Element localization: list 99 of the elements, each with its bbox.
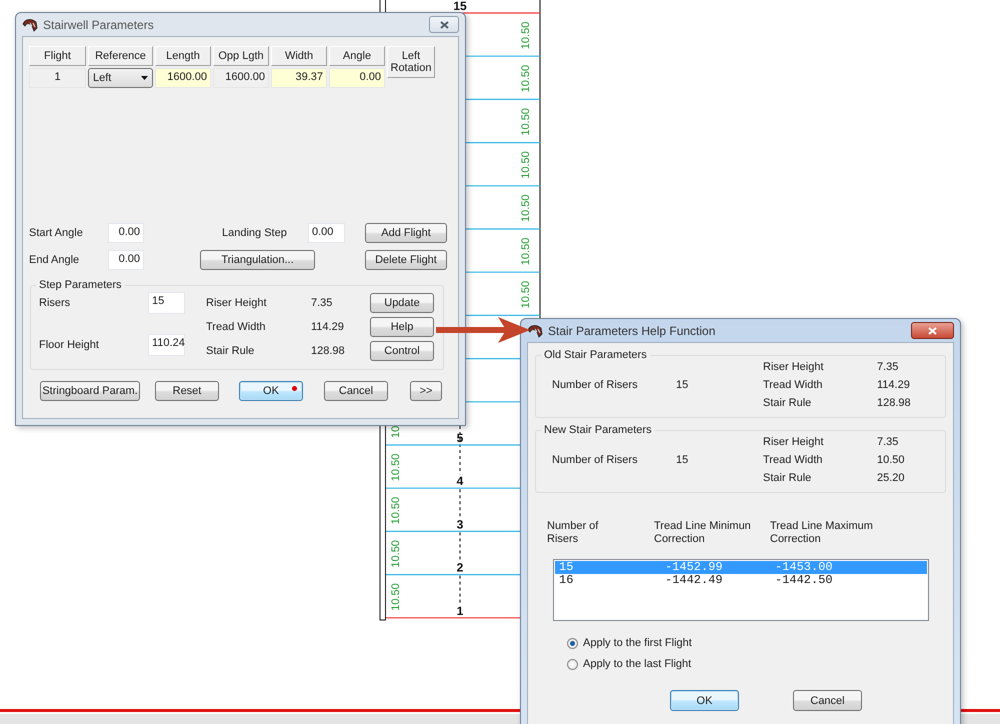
close-icon (928, 326, 937, 334)
table-cell[interactable]: 1600.00 (155, 68, 211, 88)
risers-field[interactable]: 15 (148, 292, 185, 314)
column-header[interactable]: Angle (329, 46, 385, 66)
result-label: Stair Rule (763, 397, 812, 409)
tread-label: 10.50 (390, 496, 402, 524)
column-header[interactable]: Length (155, 46, 211, 66)
tread-label: 10.50 (520, 108, 532, 136)
start-angle-field[interactable]: 0.00 (108, 223, 144, 243)
window-title: Stairwell Parameters (43, 18, 154, 32)
step-number: 5 (456, 431, 464, 445)
triangulation-button[interactable]: Triangulation... (200, 250, 315, 270)
tread-label: 10.50 (520, 238, 532, 266)
tread-label: 10.50 (390, 583, 402, 611)
result-label: Tread Width (763, 379, 824, 391)
column-header[interactable]: Left Rotation (387, 46, 435, 78)
result-value: 7.35 (877, 361, 900, 373)
result-label: Tread Width (206, 321, 267, 333)
column-header[interactable]: Opp Lgth (213, 46, 269, 66)
dialog-button[interactable]: Reset (155, 381, 219, 401)
step-number: 4 (456, 474, 464, 488)
risers-label: Number of Risers (552, 379, 639, 391)
result-value: 7.35 (877, 436, 900, 448)
risers-label: Risers (39, 297, 72, 309)
end-angle-label: End Angle (29, 254, 80, 266)
tread-label: 10.50 (390, 454, 402, 482)
risers-label: Number of Risers (552, 454, 639, 466)
table-cell[interactable]: 39.37 (271, 68, 327, 88)
radio-option[interactable]: Apply to the last Flight (567, 658, 946, 670)
step-number: 15 (453, 0, 467, 13)
reference-dropdown[interactable]: Left (88, 68, 153, 88)
tread-label: 10.50 (520, 280, 532, 308)
table-cell: 1 (29, 68, 86, 88)
update-button[interactable]: Update (370, 293, 434, 313)
tread-label: 10 (390, 426, 402, 438)
result-value: 10.50 (877, 454, 906, 466)
corrections-list[interactable]: 15 -1452.99 -1453.00 16 -1442.49 -1442.50 (553, 559, 929, 621)
column-header: Number of Risers (547, 520, 600, 546)
table-cell: 1600.00 (213, 68, 269, 88)
control-button[interactable]: Control (370, 341, 434, 361)
dialog-button[interactable]: >> (410, 381, 442, 401)
result-value: 128.98 (311, 345, 346, 357)
dialog-button[interactable]: OK (239, 381, 303, 401)
result-label: Tread Width (763, 454, 824, 466)
close-button[interactable] (911, 322, 954, 339)
window-title: Stair Parameters Help Function (548, 324, 716, 338)
floor-height-field[interactable]: 110.24 (148, 334, 185, 356)
list-row[interactable]: 16 -1442.49 -1442.50 (555, 574, 927, 587)
dialog-button[interactable]: Stringboard Param. (40, 381, 140, 401)
column-header[interactable]: Flight (29, 46, 86, 66)
group-title: New Stair Parameters (543, 424, 653, 436)
step-number: 3 (456, 517, 464, 532)
radio-option[interactable]: Apply to the first Flight (567, 637, 946, 649)
tread-label: 10.50 (520, 194, 532, 222)
caret-icon (141, 76, 148, 80)
dialog-button[interactable]: Cancel (324, 381, 388, 401)
landing-step-field[interactable]: 0.00 (308, 223, 345, 243)
result-label: Stair Rule (763, 472, 812, 484)
radio-label: Apply to the last Flight (583, 658, 692, 670)
dialog-button[interactable]: Cancel (793, 690, 862, 711)
radio-button[interactable] (567, 658, 578, 670)
column-header: Tread Line Minimun Correction (654, 520, 752, 546)
group-title: Old Stair Parameters (543, 349, 648, 361)
result-label: Riser Height (763, 361, 825, 373)
result-label: Riser Height (763, 436, 825, 448)
step-number: 2 (456, 560, 464, 575)
floor-height-label: Floor Height (39, 339, 100, 351)
end-angle-field[interactable]: 0.00 (108, 250, 144, 270)
column-header: Tread Line Maximum Correction (770, 520, 874, 546)
tread-label: 10.50 (520, 64, 532, 92)
column-header[interactable]: Reference (88, 46, 153, 66)
risers-value: 15 (676, 454, 690, 466)
add-flight-button[interactable]: Add Flight (365, 223, 447, 243)
step-number: 1 (456, 604, 464, 618)
result-value: 128.98 (877, 397, 912, 409)
radio-button[interactable] (567, 638, 578, 648)
group-title: Step Parameters (38, 279, 123, 291)
tread-label: 10.50 (520, 22, 532, 50)
tread-label: 10.50 (520, 151, 532, 179)
result-value: 114.29 (877, 379, 911, 391)
delete-flight-button[interactable]: Delete Flight (365, 250, 447, 270)
dialog-button[interactable]: OK (670, 690, 739, 711)
landing-step-label: Landing Step (222, 227, 288, 239)
table-cell[interactable]: 0.00 (329, 68, 385, 88)
close-button[interactable] (429, 16, 459, 33)
start-angle-label: Start Angle (29, 227, 84, 239)
column-header[interactable]: Width (271, 46, 327, 66)
app-icon (22, 18, 38, 32)
result-label: Riser Height (206, 297, 268, 309)
radio-label: Apply to the first Flight (583, 637, 692, 649)
app-icon (527, 324, 543, 338)
help-button[interactable]: Help (370, 317, 434, 337)
tread-label: 10.50 (390, 540, 402, 568)
result-value: 114.29 (311, 321, 345, 333)
result-value: 25.20 (877, 472, 906, 484)
result-value: 7.35 (311, 297, 334, 309)
risers-value: 15 (676, 379, 690, 391)
result-label: Stair Rule (206, 345, 256, 357)
close-icon (440, 20, 448, 28)
